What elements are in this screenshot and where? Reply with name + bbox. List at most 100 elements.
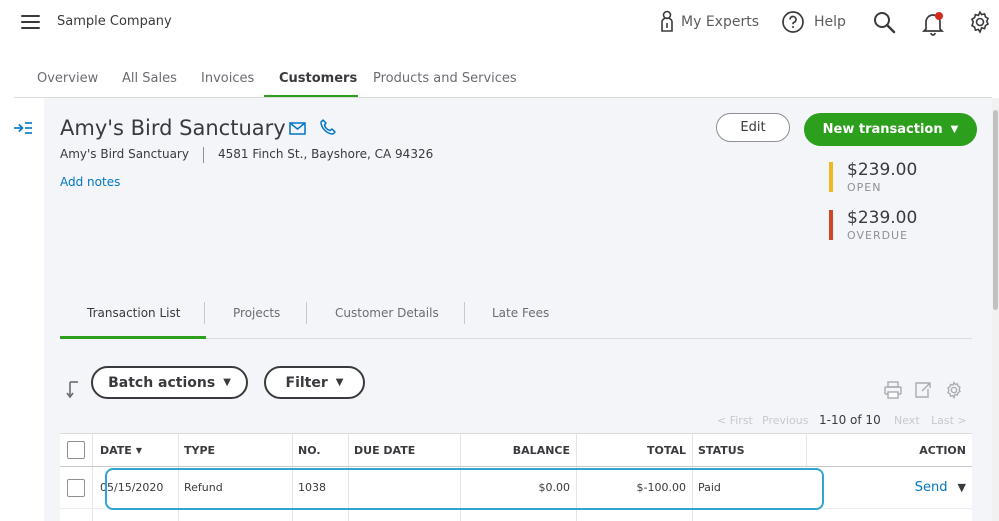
caret-down-icon: ▼ bbox=[223, 377, 231, 388]
search-icon bbox=[874, 12, 896, 34]
add-notes-link[interactable]: Add notes bbox=[60, 175, 120, 189]
select-all-checkbox[interactable] bbox=[67, 441, 85, 459]
tab-invoices[interactable]: Invoices bbox=[201, 71, 254, 86]
separator bbox=[92, 434, 93, 466]
customer-name: Amy's Bird Sanctuary bbox=[60, 116, 286, 140]
separator bbox=[178, 509, 179, 521]
bell-icon bbox=[921, 12, 945, 36]
caret-down-icon[interactable]: ▼ bbox=[958, 481, 966, 494]
cell-due-date bbox=[348, 467, 460, 508]
table-row[interactable] bbox=[60, 509, 972, 521]
settings-button[interactable] bbox=[968, 10, 992, 34]
left-rail bbox=[0, 98, 44, 521]
customer-company: Amy's Bird Sanctuary bbox=[60, 147, 189, 161]
my-experts-label: My Experts bbox=[681, 14, 759, 30]
tab-late-fees[interactable]: Late Fees bbox=[492, 306, 549, 320]
column-date-label: DATE bbox=[100, 443, 132, 457]
row-checkbox[interactable] bbox=[67, 478, 85, 497]
page-count: 1-10 of 10 bbox=[819, 413, 881, 427]
mail-icon[interactable] bbox=[289, 120, 306, 139]
tab-customer-details[interactable]: Customer Details bbox=[335, 306, 439, 320]
menu-icon[interactable] bbox=[21, 15, 40, 29]
separator bbox=[692, 509, 693, 521]
new-transaction-label: New transaction bbox=[822, 122, 943, 137]
separator bbox=[576, 509, 577, 521]
customer-address: 4581 Finch St., Bayshore, CA 94326 bbox=[217, 147, 434, 161]
tab-customers[interactable]: Customers bbox=[279, 71, 357, 86]
search-button[interactable] bbox=[872, 10, 896, 34]
separator bbox=[306, 302, 307, 324]
open-bar bbox=[829, 162, 833, 192]
tab-transaction-list[interactable]: Transaction List bbox=[87, 306, 180, 320]
cell-total: $-100.00 bbox=[636, 481, 686, 494]
separator bbox=[204, 302, 205, 324]
sort-icon[interactable] bbox=[66, 381, 80, 403]
separator bbox=[464, 302, 465, 324]
previous-page-link[interactable]: Previous bbox=[762, 414, 809, 427]
open-amount: $239.00 bbox=[847, 160, 918, 180]
active-subtab-indicator bbox=[60, 336, 206, 339]
column-no[interactable]: NO. bbox=[292, 434, 348, 466]
table-row[interactable]: 05/15/2020 Refund 1038 $0.00 $-100.00 Pa… bbox=[60, 467, 972, 509]
cell-action: Send ▼ bbox=[806, 467, 972, 508]
print-icon[interactable] bbox=[884, 381, 902, 403]
export-icon[interactable] bbox=[914, 381, 932, 403]
overdue-label: OVERDUE bbox=[847, 229, 909, 242]
overdue-amount: $239.00 bbox=[847, 208, 918, 228]
column-balance[interactable]: BALANCE bbox=[460, 434, 576, 466]
new-transaction-button[interactable]: New transaction ▼ bbox=[804, 113, 977, 146]
tab-all-sales[interactable]: All Sales bbox=[122, 71, 177, 86]
tab-overview[interactable]: Overview bbox=[37, 71, 98, 86]
notifications-button[interactable] bbox=[921, 10, 945, 36]
caret-down-icon: ▼ bbox=[950, 124, 959, 135]
column-type[interactable]: TYPE bbox=[178, 434, 292, 466]
table-settings-icon[interactable] bbox=[945, 381, 963, 403]
company-name[interactable]: Sample Company bbox=[57, 14, 172, 29]
customer-subline: Amy's Bird Sanctuary 4581 Finch St., Bay… bbox=[60, 147, 433, 163]
sort-down-icon: ▼ bbox=[135, 445, 142, 455]
last-page-link[interactable]: Last > bbox=[931, 414, 967, 427]
column-total[interactable]: TOTAL bbox=[576, 434, 692, 466]
help-icon bbox=[782, 11, 804, 33]
batch-actions-label: Batch actions bbox=[108, 374, 216, 391]
cell-no: 1038 bbox=[298, 481, 326, 494]
separator bbox=[348, 509, 349, 521]
cell-type: Refund bbox=[184, 481, 223, 494]
separator bbox=[92, 467, 93, 508]
separator bbox=[292, 509, 293, 521]
send-link[interactable]: Send bbox=[915, 480, 948, 495]
filter-label: Filter bbox=[285, 374, 328, 391]
batch-actions-button[interactable]: Batch actions ▼ bbox=[91, 366, 248, 399]
my-experts-button[interactable]: My Experts bbox=[659, 10, 759, 34]
open-label: OPEN bbox=[847, 181, 882, 194]
tab-projects[interactable]: Projects bbox=[233, 306, 280, 320]
filter-button[interactable]: Filter ▼ bbox=[264, 366, 365, 399]
table-header: DATE ▼ TYPE NO. DUE DATE BALANCE TOTAL ST… bbox=[60, 434, 972, 467]
caret-down-icon: ▼ bbox=[335, 377, 344, 388]
help-button[interactable]: Help bbox=[781, 10, 846, 34]
overdue-bar bbox=[829, 210, 833, 240]
expand-panel-icon[interactable] bbox=[14, 120, 32, 139]
first-page-link[interactable]: < First bbox=[717, 414, 753, 427]
cell-date: 05/15/2020 bbox=[100, 481, 164, 494]
row-select-cell bbox=[60, 467, 92, 508]
phone-icon[interactable] bbox=[319, 118, 337, 140]
separator bbox=[202, 147, 204, 163]
scrollbar-thumb[interactable] bbox=[993, 110, 998, 310]
nav-tabs: Overview All Sales Invoices Customers Pr… bbox=[0, 62, 999, 98]
column-due-date[interactable]: DUE DATE bbox=[348, 434, 460, 466]
customer-panel: Amy's Bird Sanctuary Amy's Bird Sanctuar… bbox=[44, 98, 992, 521]
top-bar: Sample Company My Experts Help bbox=[0, 0, 999, 46]
tab-products-services[interactable]: Products and Services bbox=[373, 71, 517, 86]
column-action: ACTION bbox=[919, 443, 966, 457]
separator bbox=[460, 509, 461, 521]
next-page-link[interactable]: Next bbox=[894, 414, 920, 427]
edit-button[interactable]: Edit bbox=[716, 113, 790, 142]
help-label: Help bbox=[814, 14, 846, 30]
gear-icon bbox=[970, 10, 990, 34]
person-icon bbox=[661, 10, 673, 32]
column-status[interactable]: STATUS bbox=[692, 434, 806, 466]
select-all-cell bbox=[60, 434, 92, 466]
customer-subtabs: Transaction List Projects Customer Detai… bbox=[60, 298, 972, 339]
column-date[interactable]: DATE ▼ bbox=[94, 434, 178, 466]
